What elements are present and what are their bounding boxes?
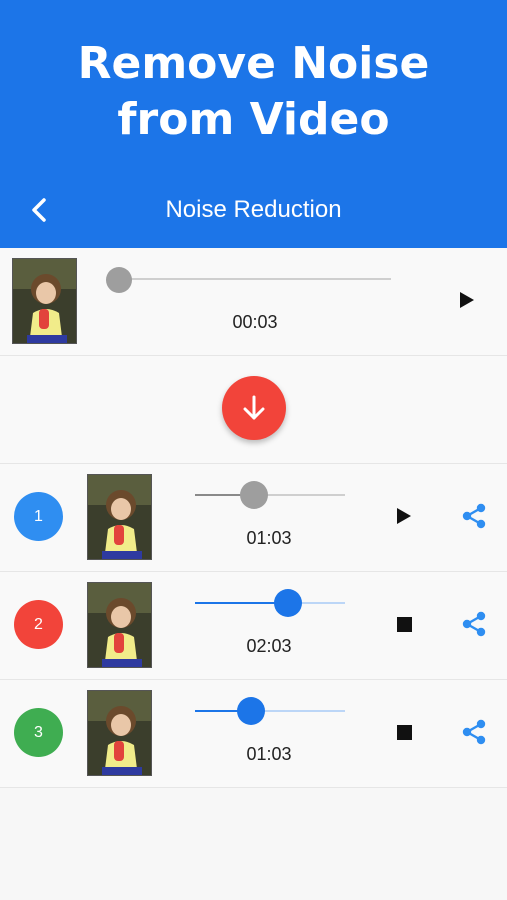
output-number-badge: 1 [14, 492, 63, 541]
source-play-button[interactable] [454, 286, 482, 314]
source-video-row: 00:03 [0, 248, 507, 356]
source-seek-thumb[interactable] [106, 267, 132, 293]
output-number-badge: 2 [14, 600, 63, 649]
output-number: 3 [34, 724, 43, 741]
output-video-thumbnail [87, 474, 152, 560]
share-button[interactable] [459, 609, 489, 639]
output-number-badge: 3 [14, 708, 63, 757]
output-row: 1 01:03 [0, 464, 507, 572]
share-button[interactable] [459, 501, 489, 531]
output-time: 02:03 [246, 636, 292, 656]
promo-headline: Remove Noise from Video [0, 36, 507, 148]
share-icon [462, 719, 486, 745]
process-area [0, 356, 507, 464]
play-icon [397, 508, 411, 524]
source-seek-bar[interactable] [119, 278, 391, 280]
source-time: 00:03 [232, 312, 278, 332]
stop-icon [397, 617, 412, 632]
source-video-thumbnail [12, 258, 77, 344]
output-time: 01:03 [246, 528, 292, 548]
output-seek-bar[interactable] [195, 494, 345, 496]
share-button[interactable] [459, 717, 489, 747]
output-row: 2 02:03 [0, 572, 507, 680]
output-time: 01:03 [246, 744, 292, 764]
stop-icon [397, 725, 412, 740]
output-video-thumbnail [87, 690, 152, 776]
output-number: 1 [34, 508, 43, 525]
output-seek-thumb[interactable] [236, 697, 265, 725]
promo-banner: Remove Noise from Video Noise Reduction [0, 0, 507, 248]
page-title: Noise Reduction [165, 196, 342, 223]
navbar: Noise Reduction [0, 178, 507, 242]
output-seek-bar[interactable] [195, 710, 345, 712]
play-icon [460, 292, 474, 308]
output-video-thumbnail [87, 582, 152, 668]
share-icon [462, 611, 486, 637]
promo-headline-line2: from Video [117, 94, 390, 145]
output-stop-button[interactable] [390, 718, 418, 746]
promo-headline-line1: Remove Noise [77, 38, 430, 89]
output-seek-bar[interactable] [195, 602, 345, 604]
output-stop-button[interactable] [390, 610, 418, 638]
output-number: 2 [34, 616, 43, 633]
output-row: 3 01:03 [0, 680, 507, 788]
output-play-button[interactable] [390, 502, 418, 530]
download-button[interactable] [222, 376, 286, 440]
output-seek-thumb[interactable] [274, 589, 302, 617]
share-icon [462, 503, 486, 529]
arrow-down-icon [243, 395, 265, 420]
output-seek-thumb[interactable] [239, 481, 268, 509]
